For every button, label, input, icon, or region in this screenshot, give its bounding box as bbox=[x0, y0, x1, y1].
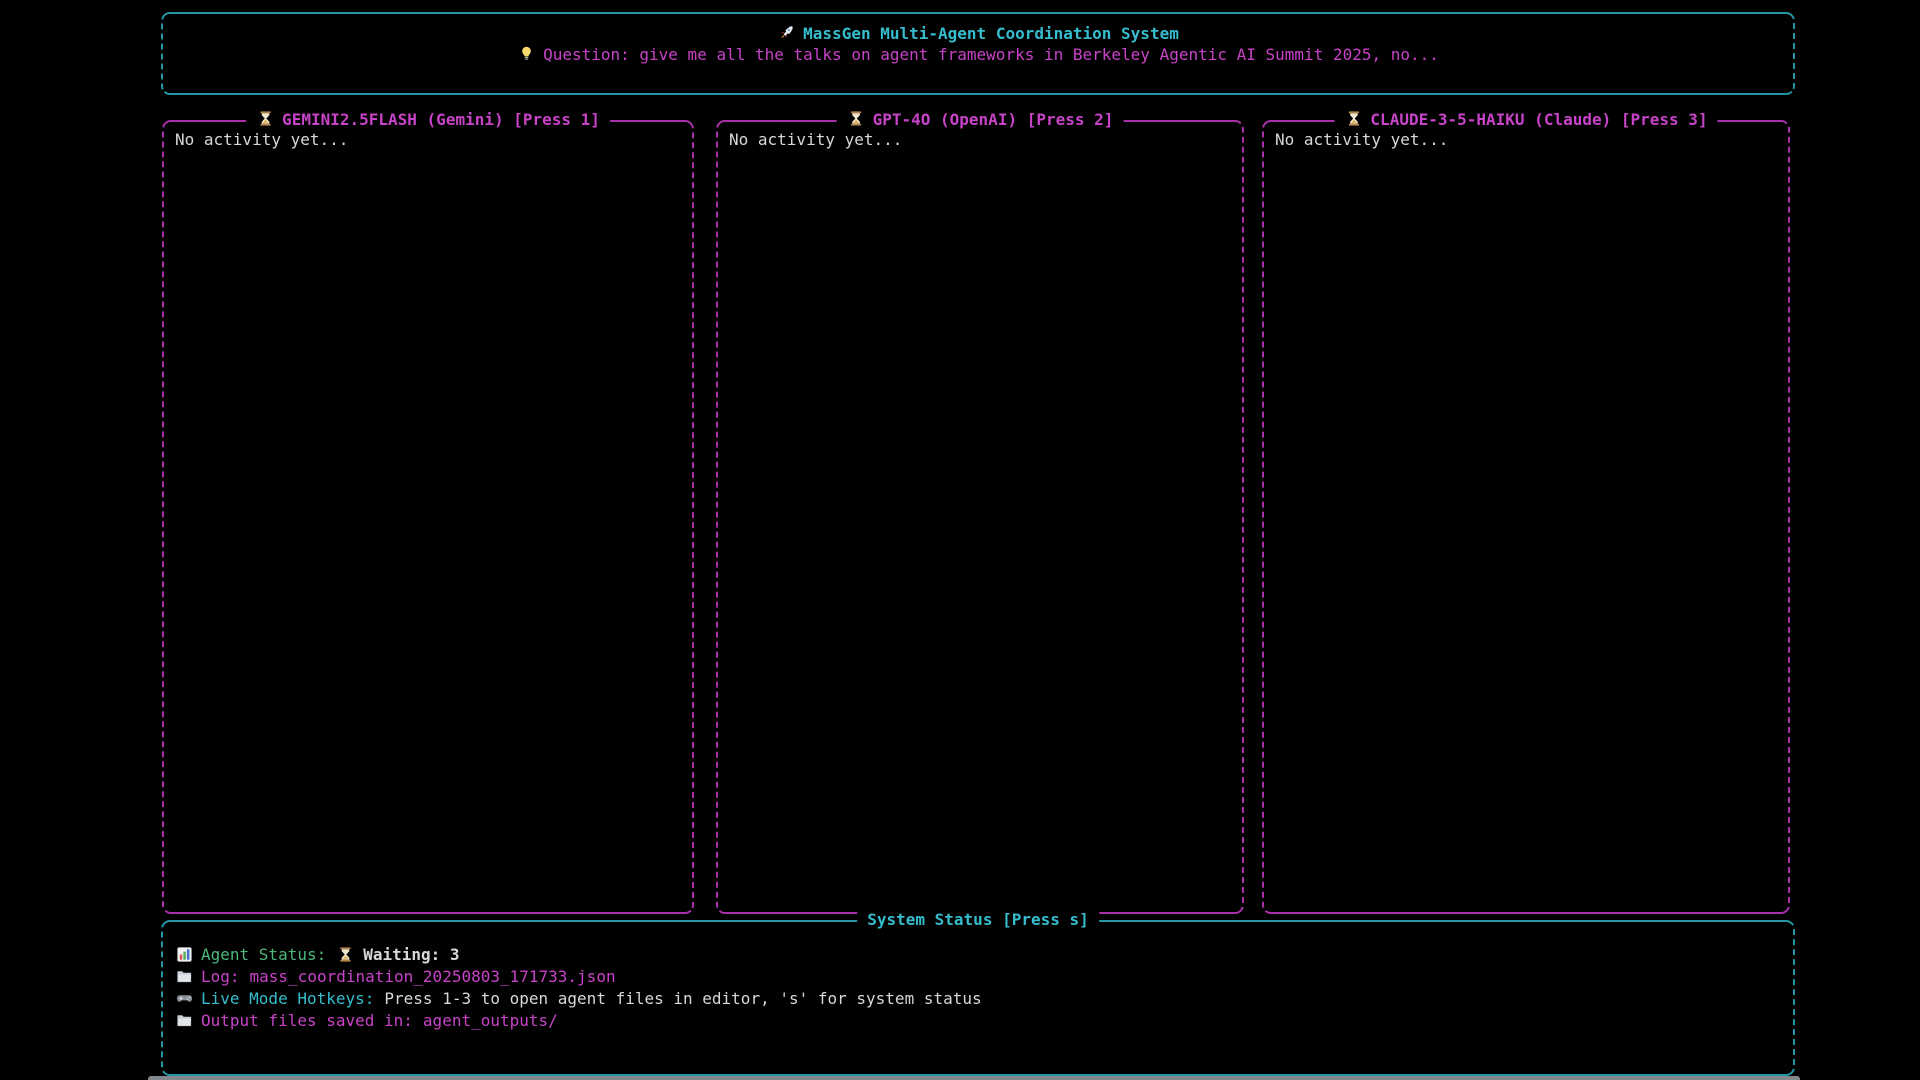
hourglass-icon bbox=[1344, 110, 1363, 127]
status-line-output-files: Output files saved in: agent_outputs/ bbox=[175, 1010, 1781, 1031]
status-label: Live Mode Hotkeys: bbox=[201, 988, 374, 1009]
agent-panel-title-gpt4o[interactable]: GPT-4O (OpenAI) [Press 2] bbox=[837, 109, 1124, 131]
folder-icon bbox=[175, 968, 194, 985]
agent-panel-gemini: GEMINI2.5FLASH (Gemini) [Press 1] No act… bbox=[162, 120, 694, 914]
status-line-log: Log: mass_coordination_20250803_171733.j… bbox=[175, 966, 1781, 987]
status-value: Press 1-3 to open agent files in editor,… bbox=[384, 988, 981, 1009]
status-line-agent-status: Agent Status: Waiting: 3 bbox=[175, 944, 1781, 965]
hourglass-icon bbox=[256, 110, 275, 127]
status-label: Output files saved in: bbox=[201, 1010, 413, 1031]
status-line-hotkeys: Live Mode Hotkeys: Press 1-3 to open age… bbox=[175, 988, 1781, 1009]
status-value: mass_coordination_20250803_171733.json bbox=[250, 966, 616, 987]
folder-icon bbox=[175, 1012, 194, 1029]
app-title: MassGen Multi-Agent Coordination System bbox=[803, 24, 1179, 43]
light-bulb-icon bbox=[517, 45, 536, 62]
game-controller-icon bbox=[175, 990, 194, 1007]
status-value: agent_outputs/ bbox=[423, 1010, 558, 1031]
status-label: Log: bbox=[201, 966, 240, 987]
hourglass-icon bbox=[336, 946, 355, 963]
agent-panel-claude: CLAUDE-3-5-HAIKU (Claude) [Press 3] No a… bbox=[1262, 120, 1790, 914]
status-value: Waiting: 3 bbox=[363, 944, 459, 965]
header-panel: MassGen Multi-Agent Coordination System … bbox=[161, 12, 1795, 95]
terminal-screen: MassGen Multi-Agent Coordination System … bbox=[0, 0, 1920, 1080]
agent-panel-title-claude[interactable]: CLAUDE-3-5-HAIKU (Claude) [Press 3] bbox=[1334, 109, 1717, 131]
status-label: Agent Status: bbox=[201, 944, 326, 965]
window-bottom-edge bbox=[148, 1076, 1800, 1080]
agent-panel-gpt4o: GPT-4O (OpenAI) [Press 2] No activity ye… bbox=[716, 120, 1244, 914]
app-title-line: MassGen Multi-Agent Coordination System bbox=[163, 23, 1793, 44]
question-text: Question: give me all the talks on agent… bbox=[543, 45, 1439, 64]
system-status-title[interactable]: System Status [Press s] bbox=[857, 909, 1099, 931]
question-line: Question: give me all the talks on agent… bbox=[163, 44, 1793, 65]
agent-panel-title-gemini[interactable]: GEMINI2.5FLASH (Gemini) [Press 1] bbox=[246, 109, 610, 131]
rocket-icon bbox=[777, 24, 796, 41]
bar-chart-icon bbox=[175, 946, 194, 963]
system-status-panel: System Status [Press s] Agent Status: Wa… bbox=[161, 920, 1795, 1076]
hourglass-icon bbox=[847, 110, 866, 127]
